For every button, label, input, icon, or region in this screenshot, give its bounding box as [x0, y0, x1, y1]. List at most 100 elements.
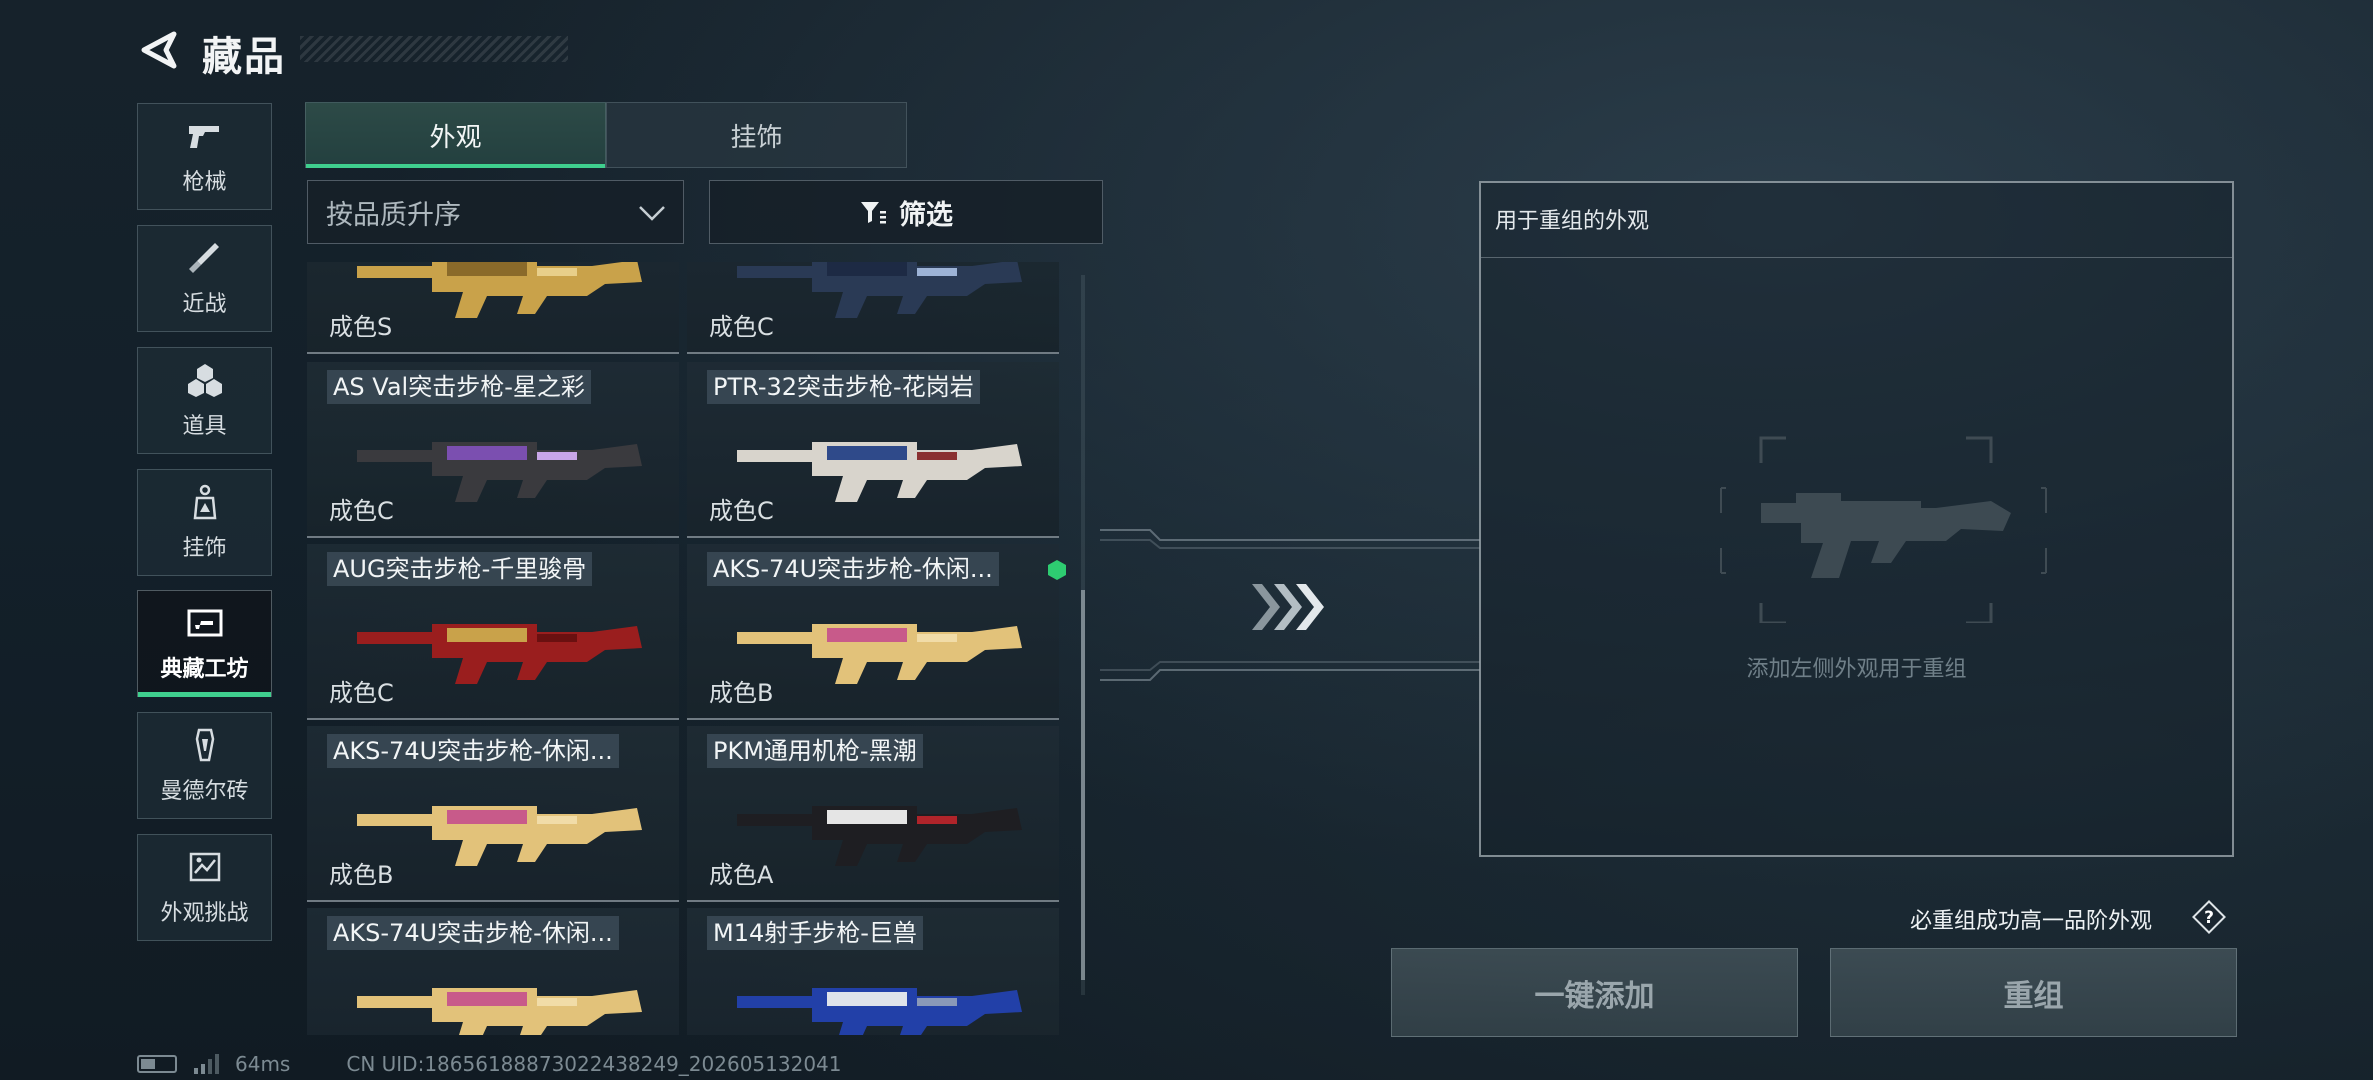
skin-card[interactable]: AKS-74U突击步枪-休闲... 成色B: [687, 544, 1066, 720]
rifle-detail: [827, 992, 907, 1006]
category-firearms[interactable]: 枪械: [137, 103, 272, 210]
category-appearance-challenge[interactable]: 外观挑战: [137, 834, 272, 941]
skin-card[interactable]: M14射手步枪-巨兽: [687, 908, 1059, 1035]
filter-label: 筛选: [899, 199, 953, 231]
skin-name: AUG突击步枪-千里骏骨: [327, 552, 593, 586]
pistol-icon: [188, 125, 219, 148]
category-label: 外观挑战: [160, 900, 249, 926]
skin-card[interactable]: AUG突击步枪-千里骏骨 成色C: [307, 544, 679, 720]
recombine-button[interactable]: 重组: [1830, 948, 2237, 1037]
rifle-detail: [827, 262, 907, 276]
rifle-detail: [537, 634, 577, 642]
challenge-icon: [189, 852, 220, 881]
svg-text:?: ?: [2204, 908, 2214, 928]
guarantee-text: 必重组成功高一品阶外观: [1910, 909, 2153, 934]
tab-appearance[interactable]: 外观: [305, 102, 606, 168]
rifle-detail: [537, 998, 577, 1006]
skin-name: PTR-32突击步枪-花岗岩: [707, 370, 980, 404]
skin-condition: 成色C: [709, 497, 774, 525]
workshop-icon: [187, 609, 222, 636]
skin-condition: 成色C: [329, 497, 394, 525]
category-label: 曼德尔砖: [160, 778, 249, 804]
auto-add-button[interactable]: 一键添加: [1391, 948, 1798, 1037]
help-icon[interactable]: ?: [2192, 900, 2226, 934]
page-title: 藏品: [202, 34, 286, 80]
skin-card[interactable]: 成色C: [687, 262, 1059, 354]
filter-icon: [861, 202, 886, 224]
uid-text: CN UID:18656188873022438249_202605132041: [346, 1052, 842, 1076]
rifle-detail: [827, 628, 907, 642]
auto-add-label: 一键添加: [1534, 978, 1655, 1014]
mandel-brick-icon: [195, 728, 214, 761]
recombine-panel[interactable]: 用于重组的外观 添加左侧外观用于重组: [1479, 181, 2234, 857]
rifle-detail: [447, 628, 527, 642]
rifle-detail: [917, 634, 957, 642]
skin-card[interactable]: AS Val突击步枪-星之彩 成色C: [307, 362, 679, 538]
battery-icon: [137, 1055, 177, 1073]
skin-name: AKS-74U突击步枪-休闲...: [327, 916, 619, 950]
category-label: 近战: [182, 291, 227, 317]
skin-condition: 成色C: [709, 313, 774, 341]
rifle-detail: [447, 262, 527, 276]
skin-name: PKM通用机枪-黑潮: [707, 734, 923, 768]
category-mandel-brick[interactable]: 曼德尔砖: [137, 712, 272, 819]
skin-condition: 成色B: [709, 679, 774, 707]
grenades-icon: [187, 363, 222, 397]
category-label: 典藏工坊: [160, 656, 249, 682]
category-label: 枪械: [182, 169, 227, 195]
skin-condition: 成色B: [329, 861, 394, 889]
recombine-label: 重组: [2003, 978, 2064, 1014]
tab-label: 挂饰: [730, 122, 783, 153]
rifle-detail: [447, 446, 527, 460]
charm-tag-icon: [193, 484, 216, 519]
category-items[interactable]: 道具: [137, 347, 272, 454]
sort-selected-value: 按品质升序: [326, 199, 461, 231]
green-gem-icon: [1048, 560, 1066, 580]
category-label: 道具: [182, 413, 227, 439]
filter-button[interactable]: 筛选: [709, 180, 1103, 244]
skin-name: AS Val突击步枪-星之彩: [327, 370, 591, 404]
panel-hint: 添加左侧外观用于重组: [1746, 657, 1967, 682]
category-melee[interactable]: 近战: [137, 225, 272, 332]
rifle-detail: [447, 992, 527, 1006]
skin-card[interactable]: PKM通用机枪-黑潮 成色A: [687, 726, 1059, 902]
rifle-detail: [917, 998, 957, 1006]
skin-condition: 成色A: [709, 861, 774, 889]
skin-card[interactable]: AKS-74U突击步枪-休闲... 成色B: [307, 726, 679, 902]
forward-arrows-icon: [1252, 584, 1324, 630]
skin-grid[interactable]: 成色S 成色C AS Val突击步枪-星之彩 成色C PTR-32突击步枪-花岗…: [307, 262, 1102, 1035]
category-label: 挂饰: [182, 535, 227, 561]
ping-value: 64ms: [235, 1052, 291, 1076]
rifle-detail: [447, 810, 527, 824]
tab-label: 外观: [429, 122, 482, 153]
status-bar: 64ms CN UID:18656188873022438249_2026051…: [137, 1052, 842, 1076]
skin-card[interactable]: PTR-32突击步枪-花岗岩 成色C: [687, 362, 1059, 538]
rifle-placeholder-icon: [1720, 436, 2047, 623]
rifle-detail: [537, 452, 577, 460]
tab-charms[interactable]: 挂饰: [606, 102, 907, 168]
skin-name: AKS-74U突击步枪-休闲...: [707, 552, 999, 586]
category-charms[interactable]: 挂饰: [137, 469, 272, 576]
rifle-icon: [737, 988, 1022, 1035]
skin-card[interactable]: AKS-74U突击步枪-休闲...: [307, 908, 679, 1035]
panel-divider: [1481, 257, 2232, 258]
rifle-detail: [537, 816, 577, 824]
knife-icon: [188, 242, 219, 273]
rifle-detail: [827, 446, 907, 460]
rifle-detail: [917, 816, 957, 824]
sort-dropdown[interactable]: 按品质升序: [307, 180, 684, 244]
skin-name: M14射手步枪-巨兽: [707, 916, 923, 950]
category-collection-workshop[interactable]: 典藏工坊: [137, 590, 272, 697]
rifle-detail: [537, 268, 577, 276]
rifle-detail: [917, 268, 957, 276]
rifle-icon: [357, 988, 642, 1035]
skin-condition: 成色C: [329, 679, 394, 707]
scrollbar-thumb[interactable]: [1081, 590, 1085, 980]
skin-card[interactable]: 成色S: [307, 262, 679, 354]
rifle-detail: [917, 452, 957, 460]
chevron-down-icon: [639, 206, 665, 221]
skin-condition: 成色S: [329, 313, 393, 341]
title-decoration: [300, 36, 568, 62]
back-arrow-icon[interactable]: [136, 30, 182, 70]
skin-name: AKS-74U突击步枪-休闲...: [327, 734, 619, 768]
